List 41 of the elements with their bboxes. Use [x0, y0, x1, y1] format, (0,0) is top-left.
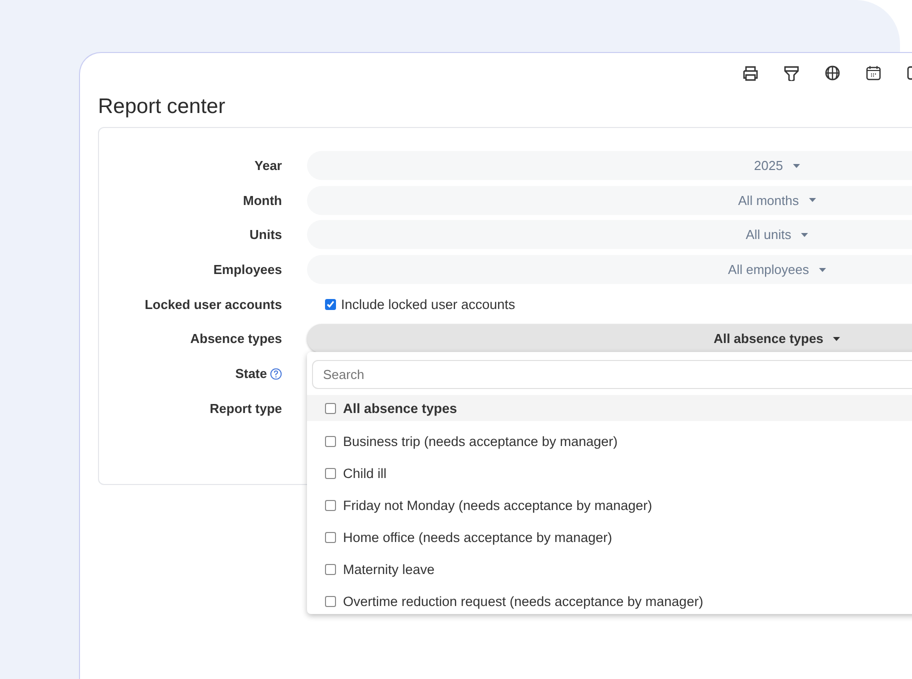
caret-icon [818, 268, 826, 272]
option-label[interactable]: All absence types [343, 400, 458, 416]
checkbox[interactable] [325, 564, 336, 574]
select-dropdown[interactable]: All absence types [307, 324, 912, 354]
checkbox[interactable] [325, 500, 336, 510]
select-dropdown[interactable]: All months [307, 186, 912, 215]
help-icon[interactable] [270, 368, 282, 380]
field-label: Report type [210, 400, 282, 416]
field-label: Year [254, 158, 282, 173]
field-label: Employees [213, 262, 282, 278]
checkbox[interactable] [325, 436, 336, 446]
caret-icon [792, 164, 800, 168]
caret-icon [833, 336, 840, 341]
option-label[interactable]: Home office (needs acceptance by manager) [343, 530, 612, 544]
option-label[interactable]: Business trip (needs acceptance by manager) [343, 434, 618, 448]
caret-icon [808, 198, 816, 202]
checkbox[interactable] [325, 468, 336, 478]
select-dropdown[interactable]: All units [307, 220, 912, 250]
globe-icon[interactable] [823, 65, 842, 81]
field-label: State [235, 366, 267, 382]
field-label: Month [243, 192, 282, 208]
field-label: Units [250, 227, 282, 242]
select-dropdown[interactable]: All employees [307, 255, 912, 284]
option-label[interactable]: Overtime reduction request (needs acceptance by manager) [343, 594, 704, 608]
filter-icon[interactable] [782, 65, 801, 81]
page-title: Report center [98, 95, 226, 119]
option-label[interactable]: Friday not Monday (needs acceptance by manager) [343, 498, 652, 512]
checkbox[interactable] [325, 532, 336, 542]
calendar-icon[interactable] [864, 65, 883, 81]
field-label: Locked user accounts [144, 296, 282, 312]
select-dropdown[interactable]: 2025 [307, 151, 912, 180]
option-label[interactable]: Maternity leave [343, 562, 435, 576]
checkbox-label: Include locked user accounts [341, 296, 516, 312]
caret-icon [801, 232, 808, 237]
checkbox[interactable] [325, 298, 336, 310]
checkbox[interactable] [325, 596, 336, 606]
checkbox[interactable] [325, 402, 336, 414]
search-field[interactable]: Search [312, 360, 912, 389]
field-label: Absence types [190, 331, 282, 346]
printer-icon[interactable] [741, 65, 760, 81]
option-label[interactable]: Child ill [343, 466, 387, 480]
